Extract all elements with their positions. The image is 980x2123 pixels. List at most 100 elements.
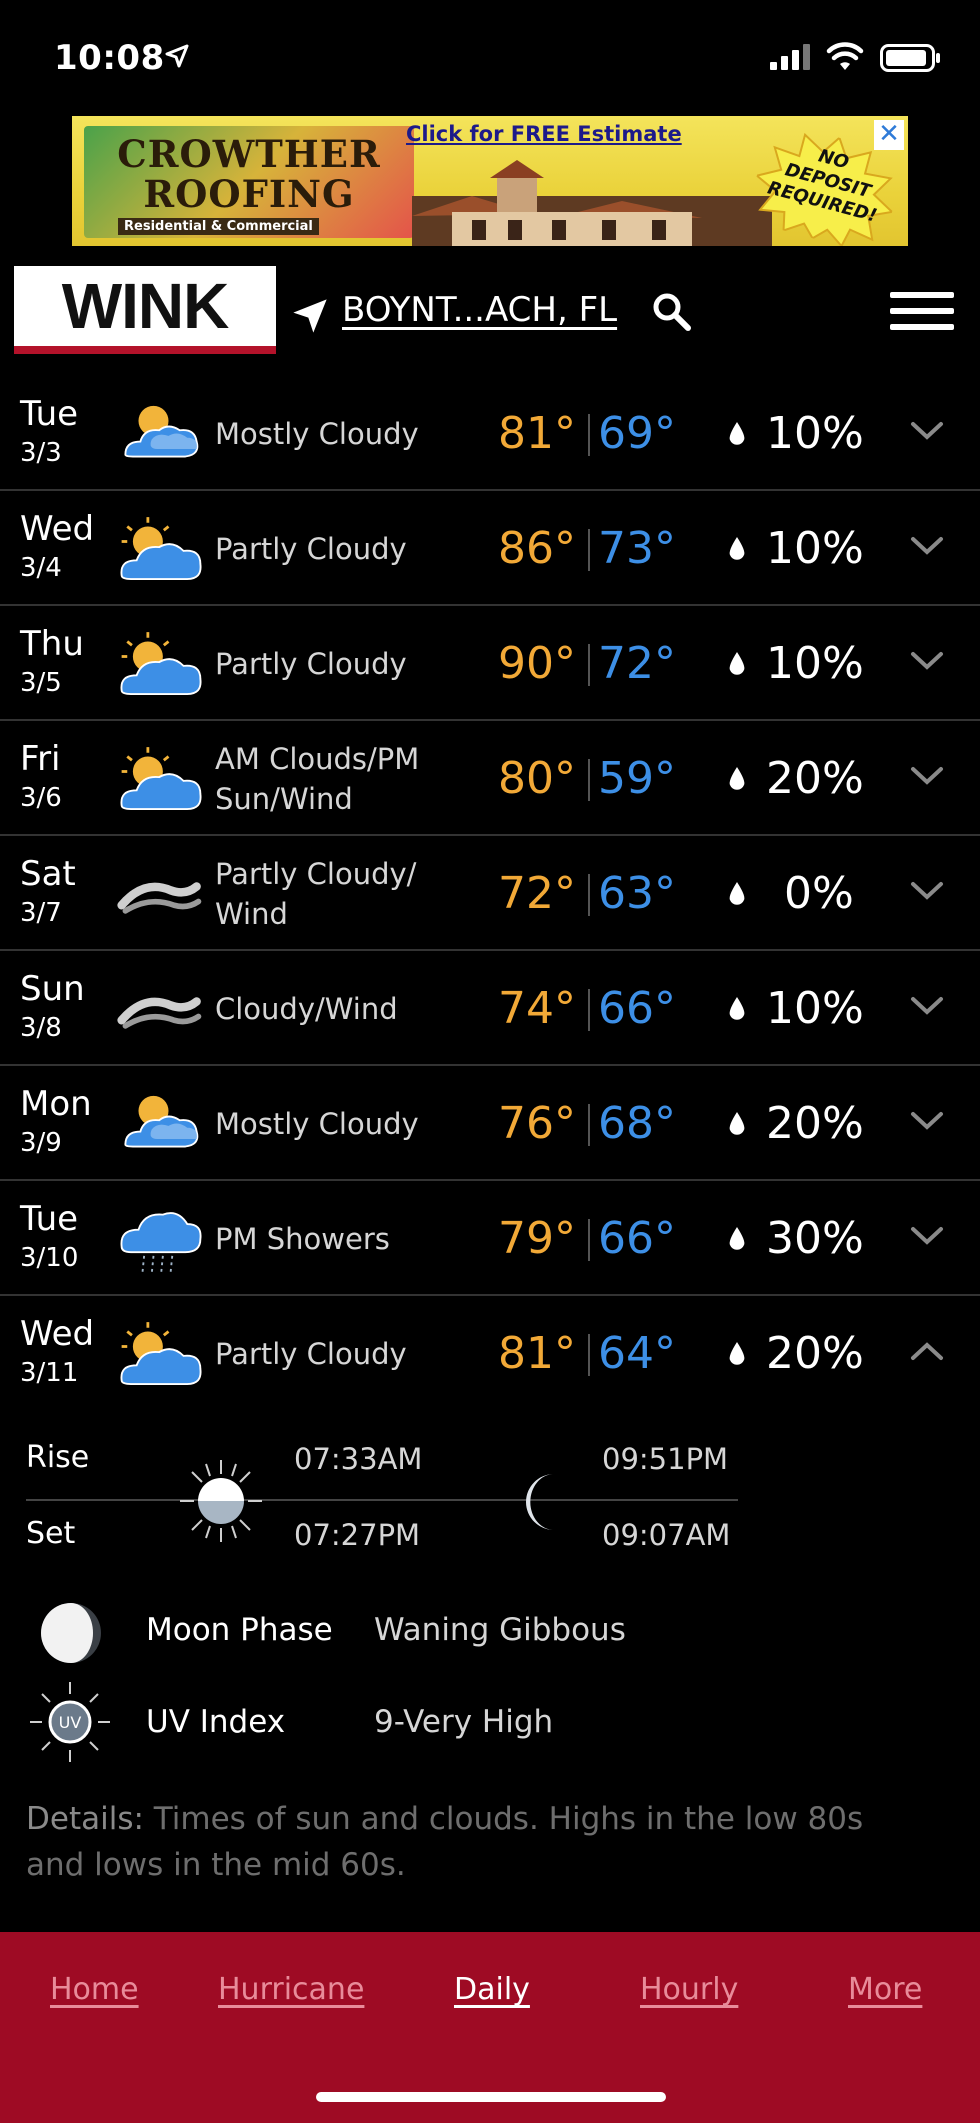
forecast-high: 72° bbox=[498, 868, 576, 919]
moon-phase-icon bbox=[41, 1603, 101, 1663]
forecast-day: Wed bbox=[20, 509, 95, 549]
temp-divider bbox=[588, 759, 590, 801]
set-label: Set bbox=[26, 1516, 76, 1551]
uv-index-value: 9-Very High bbox=[374, 1704, 554, 1740]
chevron-down-icon[interactable] bbox=[910, 420, 944, 442]
chevron-down-icon[interactable] bbox=[910, 535, 944, 557]
moon-icon bbox=[526, 1474, 554, 1530]
forecast-day: Thu bbox=[20, 624, 84, 664]
forecast-day: Sat bbox=[20, 854, 76, 894]
cellular-signal-icon bbox=[770, 44, 810, 70]
raindrop-icon bbox=[729, 537, 745, 560]
house-illustration bbox=[412, 160, 772, 246]
uv-icon-text: UV bbox=[59, 1713, 82, 1732]
chevron-down-icon[interactable] bbox=[910, 995, 944, 1017]
partly-cloudy-icon bbox=[120, 1320, 202, 1386]
search-icon[interactable] bbox=[650, 290, 694, 334]
forecast-high: 81° bbox=[498, 408, 576, 459]
tab-home[interactable]: Home bbox=[50, 1972, 139, 2007]
forecast-low: 66° bbox=[598, 983, 676, 1034]
ad-cta-link[interactable]: Click for FREE Estimate bbox=[406, 122, 682, 146]
chevron-up-icon[interactable] bbox=[910, 1340, 944, 1362]
forecast-high: 79° bbox=[498, 1213, 576, 1264]
forecast-day: Wed bbox=[20, 1314, 95, 1354]
ad-close-icon[interactable]: ✕ bbox=[874, 120, 904, 150]
ad-banner[interactable]: CROWTHER ROOFING Residential & Commercia… bbox=[72, 116, 908, 246]
chevron-down-icon[interactable] bbox=[910, 650, 944, 672]
forecast-date: 3/7 bbox=[20, 898, 62, 928]
forecast-day: Fri bbox=[20, 739, 61, 779]
temp-divider bbox=[588, 529, 590, 571]
temp-divider bbox=[588, 414, 590, 456]
forecast-row[interactable]: Thu 3/5 Partly Cloudy 90° 72° 10% bbox=[0, 606, 980, 721]
forecast-row[interactable]: Mon 3/9 Mostly Cloudy 76° 68° 20% bbox=[0, 1066, 980, 1181]
ad-brand-logo: CROWTHER ROOFING Residential & Commercia… bbox=[84, 126, 414, 238]
forecast-condition: PM Showers bbox=[215, 1221, 390, 1256]
raindrop-icon bbox=[729, 1112, 745, 1135]
hamburger-menu-icon[interactable] bbox=[890, 292, 954, 332]
forecast-high: 80° bbox=[498, 753, 576, 804]
chevron-down-icon[interactable] bbox=[910, 1110, 944, 1132]
forecast-row[interactable]: Sat 3/7 Partly Cloudy/ Wind 72° 63° 0% bbox=[0, 836, 980, 951]
chevron-down-icon[interactable] bbox=[910, 880, 944, 902]
forecast-row[interactable]: Tue 3/10 PM Showers 79° 66° 30% bbox=[0, 1181, 980, 1296]
location-arrow-icon[interactable] bbox=[290, 296, 330, 336]
forecast-row[interactable]: Sun 3/8 Cloudy/Wind 74° 66° 10% bbox=[0, 951, 980, 1066]
sun-icon bbox=[180, 1460, 262, 1542]
uv-index-label: UV Index bbox=[146, 1704, 286, 1740]
forecast-day: Tue bbox=[20, 394, 79, 434]
forecast-date: 3/4 bbox=[20, 553, 62, 583]
tab-daily[interactable]: Daily bbox=[454, 1972, 530, 2007]
forecast-date: 3/8 bbox=[20, 1013, 62, 1043]
temp-divider bbox=[588, 644, 590, 686]
ad-brand-line1: CROWTHER bbox=[117, 132, 381, 176]
mostly-cloudy-icon bbox=[124, 1094, 199, 1148]
status-time: 10:08 bbox=[54, 38, 165, 78]
tab-hourly[interactable]: Hourly bbox=[640, 1972, 738, 2007]
raindrop-icon bbox=[729, 1227, 745, 1250]
temp-divider bbox=[588, 1219, 590, 1261]
temp-divider bbox=[588, 1334, 590, 1376]
forecast-low: 73° bbox=[598, 523, 676, 574]
forecast-condition: Partly Cloudy bbox=[215, 1336, 407, 1371]
forecast-low: 63° bbox=[598, 868, 676, 919]
temp-divider bbox=[588, 1104, 590, 1146]
raindrop-icon bbox=[729, 767, 745, 790]
forecast-date: 3/6 bbox=[20, 783, 62, 813]
forecast-condition: Partly Cloudy/ Wind bbox=[215, 856, 417, 931]
forecast-precip: 10% bbox=[766, 523, 864, 574]
location-link[interactable]: BOYNT...ACH, FL bbox=[342, 290, 617, 330]
tab-more[interactable]: More bbox=[848, 1972, 922, 2007]
chevron-down-icon[interactable] bbox=[910, 1225, 944, 1247]
forecast-row[interactable]: Wed 3/4 Partly Cloudy 86° 73° 10% bbox=[0, 491, 980, 606]
temp-divider bbox=[588, 989, 590, 1031]
forecast-precip: 10% bbox=[766, 408, 864, 459]
forecast-precip: 20% bbox=[766, 753, 864, 804]
forecast-row-expanded[interactable]: Wed 3/11 Partly Cloudy 81° 64° 20% bbox=[0, 1296, 980, 1411]
forecast-row[interactable]: Fri 3/6 AM Clouds/PM Sun/Wind 80° 59° 20… bbox=[0, 721, 980, 836]
temp-divider bbox=[588, 874, 590, 916]
ad-brand-line2: ROOFING bbox=[143, 172, 355, 216]
moon-phase-value: Waning Gibbous bbox=[374, 1612, 626, 1648]
forecast-precip: 30% bbox=[766, 1213, 864, 1264]
home-indicator[interactable] bbox=[316, 2092, 666, 2102]
forecast-precip: 20% bbox=[766, 1328, 864, 1379]
sunset-time: 07:27PM bbox=[294, 1518, 421, 1552]
tab-hurricane[interactable]: Hurricane bbox=[218, 1972, 364, 2007]
battery-icon bbox=[880, 44, 940, 72]
chevron-down-icon[interactable] bbox=[910, 765, 944, 787]
wink-logo[interactable]: WINK bbox=[14, 266, 276, 354]
forecast-condition: Partly Cloudy bbox=[215, 646, 407, 681]
mostly-cloudy-icon bbox=[124, 404, 199, 458]
logo-text: WINK bbox=[61, 270, 230, 342]
forecast-day: Sun bbox=[20, 969, 85, 1009]
forecast-precip: 10% bbox=[766, 638, 864, 689]
forecast-date: 3/3 bbox=[20, 438, 62, 468]
rise-label: Rise bbox=[26, 1440, 90, 1475]
moonset-time: 09:07AM bbox=[602, 1518, 731, 1552]
forecast-date: 3/11 bbox=[20, 1358, 79, 1388]
moon-phase-label: Moon Phase bbox=[146, 1612, 333, 1648]
forecast-row[interactable]: Tue 3/3 Mostly Cloudy 81° 69° 10% bbox=[0, 376, 980, 491]
forecast-condition: Mostly Cloudy bbox=[215, 1106, 419, 1141]
day-details-panel: Rise Set 07:33AM 07:27PM 09:51PM 09:07AM… bbox=[0, 1416, 980, 1890]
